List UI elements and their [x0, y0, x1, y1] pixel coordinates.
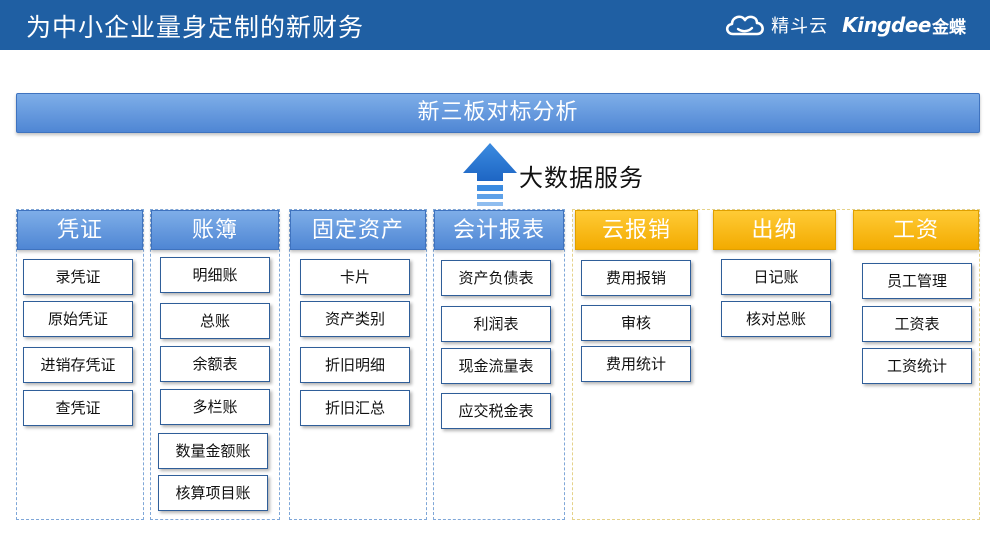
voucher-item-record[interactable]: 录凭证 — [23, 259, 133, 295]
brand-jindie: 金蝶 — [932, 17, 966, 38]
ledger-item-multicolumn[interactable]: 多栏账 — [160, 389, 270, 425]
assets-item-card[interactable]: 卡片 — [300, 259, 410, 295]
ledger-item-quantity-amount[interactable]: 数量金额账 — [158, 433, 268, 469]
page-title: 为中小企业量身定制的新财务 — [26, 13, 365, 42]
benchmark-banner[interactable]: 新三板对标分析 — [16, 93, 980, 133]
voucher-item-original[interactable]: 原始凭证 — [23, 301, 133, 337]
module-group-extended: 云报销 费用报销 审核 费用统计 出纳 日记账 核对总账 工资 员工管理 工资表… — [572, 209, 980, 520]
payroll-item-employees[interactable]: 员工管理 — [862, 263, 972, 299]
payroll-item-salary-statistics[interactable]: 工资统计 — [862, 348, 972, 384]
payroll-item-salary-table[interactable]: 工资表 — [862, 306, 972, 342]
module-cashier-title[interactable]: 出纳 — [713, 210, 836, 250]
up-arrow-icon — [463, 143, 517, 206]
module-reports: 会计报表 资产负债表 利润表 现金流量表 应交税金表 — [433, 209, 565, 520]
ledger-item-accounting-project[interactable]: 核算项目账 — [158, 475, 268, 511]
brand-logo: 精斗云 Kingdee 金蝶 — [723, 10, 966, 40]
module-reimbursement-title[interactable]: 云报销 — [575, 210, 698, 250]
ledger-item-general[interactable]: 总账 — [160, 303, 270, 339]
reimbursement-item-statistics[interactable]: 费用统计 — [581, 346, 691, 382]
report-item-balance-sheet[interactable]: 资产负债表 — [441, 260, 551, 296]
report-item-tax-payable[interactable]: 应交税金表 — [441, 393, 551, 429]
reimbursement-item-review[interactable]: 审核 — [581, 305, 691, 341]
header-bar: 为中小企业量身定制的新财务 精斗云 Kingdee 金蝶 — [0, 0, 990, 50]
report-item-cash-flow[interactable]: 现金流量表 — [441, 348, 551, 384]
module-ledger: 账簿 明细账 总账 余额表 多栏账 数量金额账 核算项目账 — [150, 209, 280, 520]
assets-item-depreciation-detail[interactable]: 折旧明细 — [300, 347, 410, 383]
module-fixed-assets-title[interactable]: 固定资产 — [290, 210, 426, 250]
module-ledger-title[interactable]: 账簿 — [151, 210, 279, 250]
voucher-item-inventory[interactable]: 进销存凭证 — [23, 347, 133, 383]
brand-jdy: 精斗云 — [771, 16, 829, 37]
report-item-income-statement[interactable]: 利润表 — [441, 306, 551, 342]
assets-item-depreciation-summary[interactable]: 折旧汇总 — [300, 390, 410, 426]
cashier-item-journal[interactable]: 日记账 — [721, 259, 831, 295]
cashier-item-reconcile[interactable]: 核对总账 — [721, 301, 831, 337]
module-reports-title[interactable]: 会计报表 — [434, 210, 564, 250]
cloud-icon — [726, 15, 765, 36]
reimbursement-item-expense[interactable]: 费用报销 — [581, 260, 691, 296]
ledger-item-balance[interactable]: 余额表 — [160, 346, 270, 382]
big-data-service-label: 大数据服务 — [519, 164, 644, 192]
module-fixed-assets: 固定资产 卡片 资产类别 折旧明细 折旧汇总 — [289, 209, 427, 520]
module-voucher-title[interactable]: 凭证 — [17, 210, 143, 250]
module-payroll-title[interactable]: 工资 — [853, 210, 979, 250]
module-voucher: 凭证 录凭证 原始凭证 进销存凭证 查凭证 — [16, 209, 144, 520]
assets-item-category[interactable]: 资产类别 — [300, 301, 410, 337]
brand-kingdee: Kingdee — [842, 13, 931, 37]
ledger-item-detail[interactable]: 明细账 — [160, 257, 270, 293]
voucher-item-query[interactable]: 查凭证 — [23, 390, 133, 426]
